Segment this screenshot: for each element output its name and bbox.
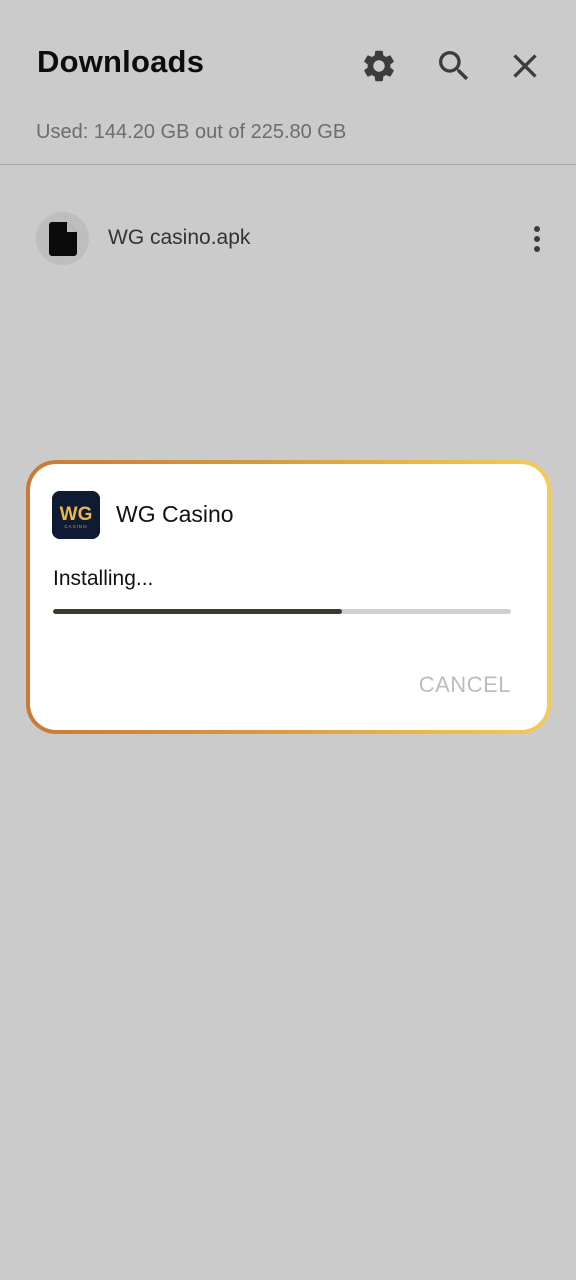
gear-icon bbox=[364, 50, 394, 82]
more-vert-icon bbox=[534, 226, 540, 252]
list-item[interactable]: WG casino.apk bbox=[0, 208, 576, 270]
cancel-button[interactable]: CANCEL bbox=[419, 672, 511, 698]
app-name: WG Casino bbox=[116, 501, 234, 527]
install-progress-bar bbox=[53, 609, 511, 614]
install-dialog: WG CASINO WG Casino Installing... CANCEL bbox=[30, 464, 547, 730]
app-icon-text: WG bbox=[60, 504, 93, 525]
search-button[interactable] bbox=[430, 42, 478, 90]
file-icon bbox=[48, 221, 77, 256]
install-status: Installing... bbox=[53, 567, 154, 590]
top-app-bar: Downloads Used: 144.20 GB out of 225.80 … bbox=[0, 0, 576, 143]
app-icon: WG CASINO bbox=[52, 491, 100, 539]
search-icon bbox=[439, 51, 469, 81]
page-title: Downloads bbox=[37, 44, 205, 79]
file-avatar bbox=[36, 212, 89, 265]
app-icon-subtext: CASINO bbox=[64, 524, 87, 529]
close-button[interactable] bbox=[501, 42, 549, 90]
install-progress-fill bbox=[53, 609, 342, 614]
close-icon bbox=[513, 54, 537, 78]
wg-casino-logo-icon: WG CASINO bbox=[52, 491, 100, 539]
more-options-button[interactable] bbox=[520, 218, 554, 260]
header-divider bbox=[0, 164, 576, 165]
install-dialog-frame: WG CASINO WG Casino Installing... CANCEL bbox=[26, 460, 551, 734]
storage-usage-text: Used: 144.20 GB out of 225.80 GB bbox=[36, 121, 347, 143]
settings-button[interactable] bbox=[355, 42, 403, 90]
file-name: WG casino.apk bbox=[108, 226, 251, 249]
